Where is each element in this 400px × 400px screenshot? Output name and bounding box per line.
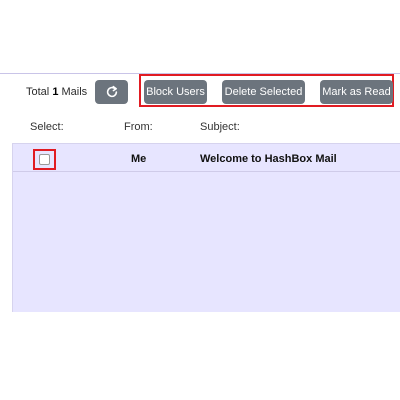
mail-subject[interactable]: Welcome to HashBox Mail [200,153,337,165]
block-users-button[interactable]: Block Users [144,80,207,104]
mail-count-prefix: Total [26,86,50,98]
refresh-icon [106,85,117,98]
mail-select-checkbox[interactable] [39,154,50,165]
mail-list: Me Welcome to HashBox Mail [12,143,400,312]
from-column-header: From: [124,121,153,133]
subject-column-header: Subject: [200,121,240,133]
mark-as-read-button[interactable]: Mark as Read [320,80,393,104]
delete-selected-button[interactable]: Delete Selected [222,80,305,104]
mail-count-suffix: Mails [61,86,88,98]
mail-row[interactable]: Me Welcome to HashBox Mail [13,144,400,172]
mail-inbox-page: Total 1 Mails Block Users Delete Selecte… [0,0,400,400]
mail-count-summary: Total 1 Mails [26,86,87,98]
mail-count-value: 1 [52,86,59,98]
select-checkbox-highlight [33,149,56,170]
select-column-header: Select: [30,121,64,133]
mail-from: Me [131,153,147,165]
refresh-button[interactable] [95,80,128,104]
